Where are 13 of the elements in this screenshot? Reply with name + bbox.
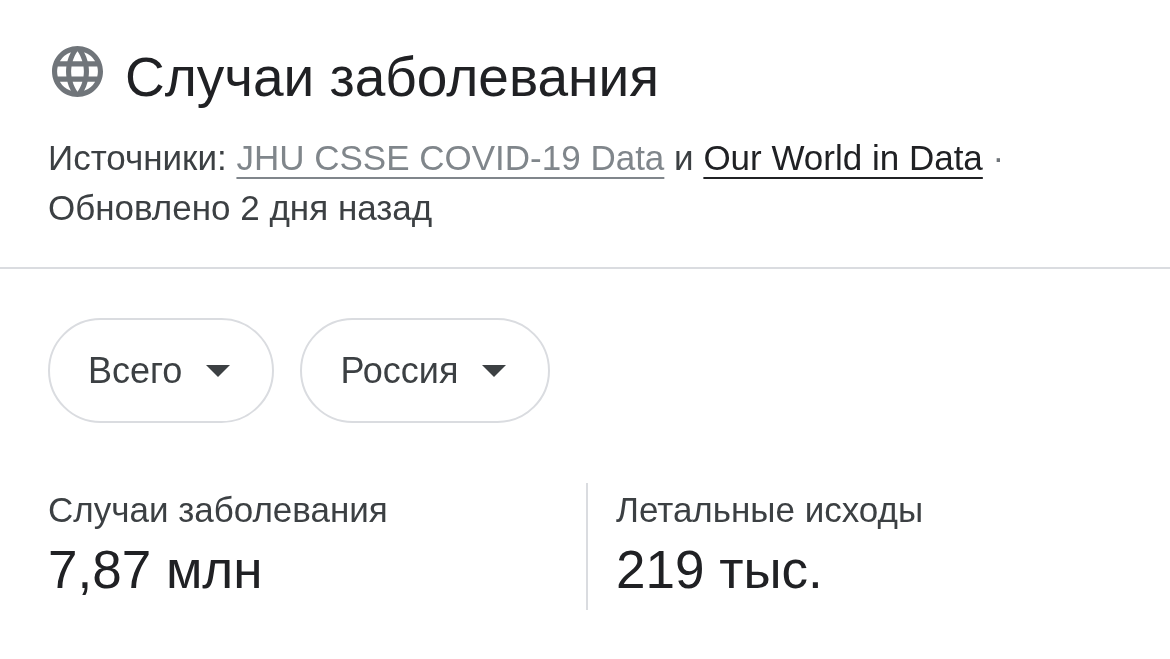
stat-label: Летальные исходы (616, 489, 924, 531)
stat-value: 7,87 млн (48, 539, 264, 601)
caret-icon (206, 364, 231, 377)
filter-dropdown[interactable]: Всего (48, 318, 275, 423)
stat-value: 219 тыс. (616, 539, 824, 601)
source-link[interactable]: JHU CSSE COVID-19 Data (236, 138, 665, 177)
filter-dropdown[interactable]: Россия (300, 318, 551, 423)
stat-label: Случаи заболевания (48, 489, 389, 531)
sources-text: Источники: JHU CSSE COVID-19 Data и Our World in Data · Обновлено 2 дня назад (48, 137, 1006, 229)
globe-icon (52, 45, 103, 97)
card-title: Случаи заболевания (125, 45, 659, 110)
caret-icon (482, 364, 507, 377)
source-link[interactable]: Our World in Data (703, 138, 983, 177)
